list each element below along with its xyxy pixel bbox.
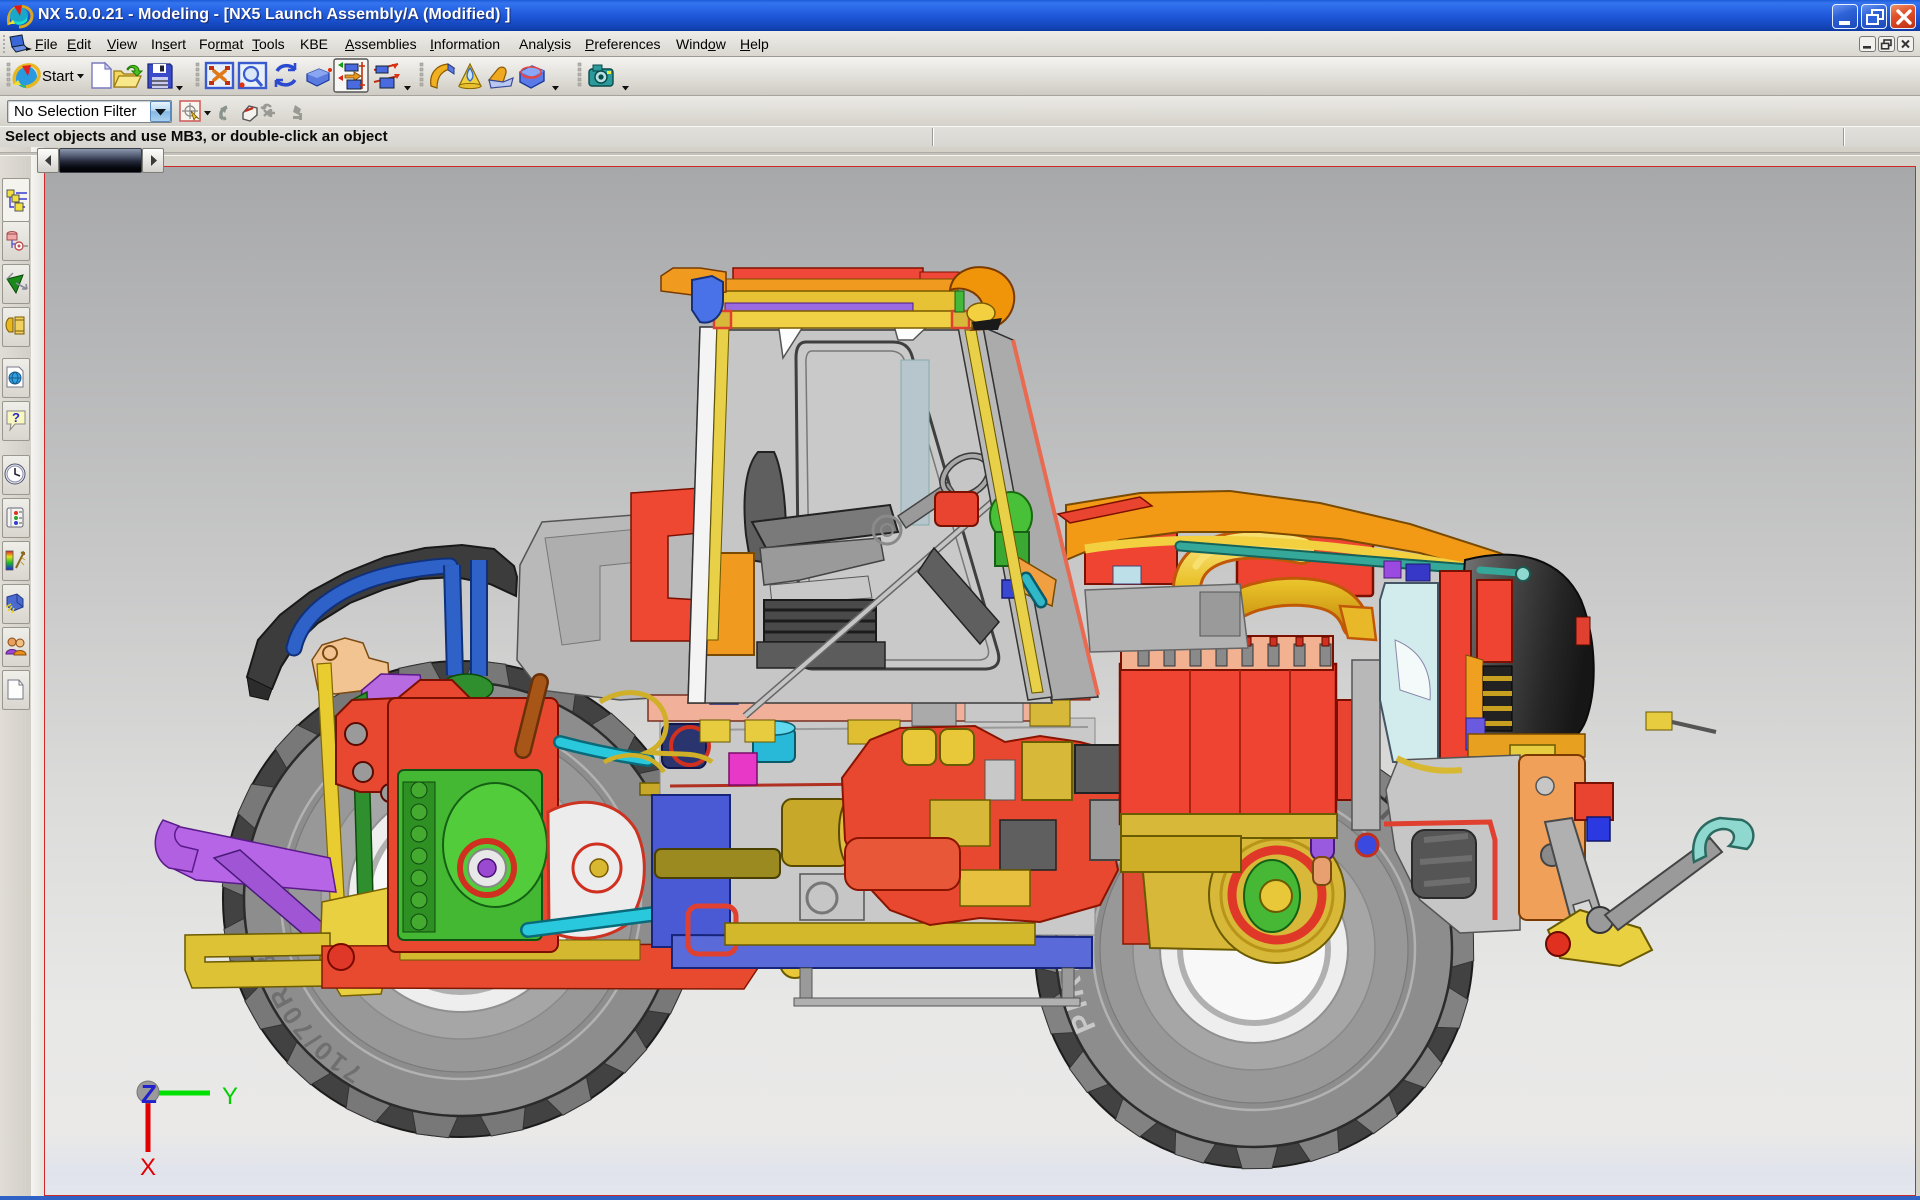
svg-text:Start: Start <box>42 68 75 85</box>
svg-text:?: ? <box>12 410 20 425</box>
svg-text:X: X <box>140 1154 156 1181</box>
svg-text:Z: Z <box>141 1079 157 1109</box>
svg-text:Y: Y <box>222 1083 238 1110</box>
